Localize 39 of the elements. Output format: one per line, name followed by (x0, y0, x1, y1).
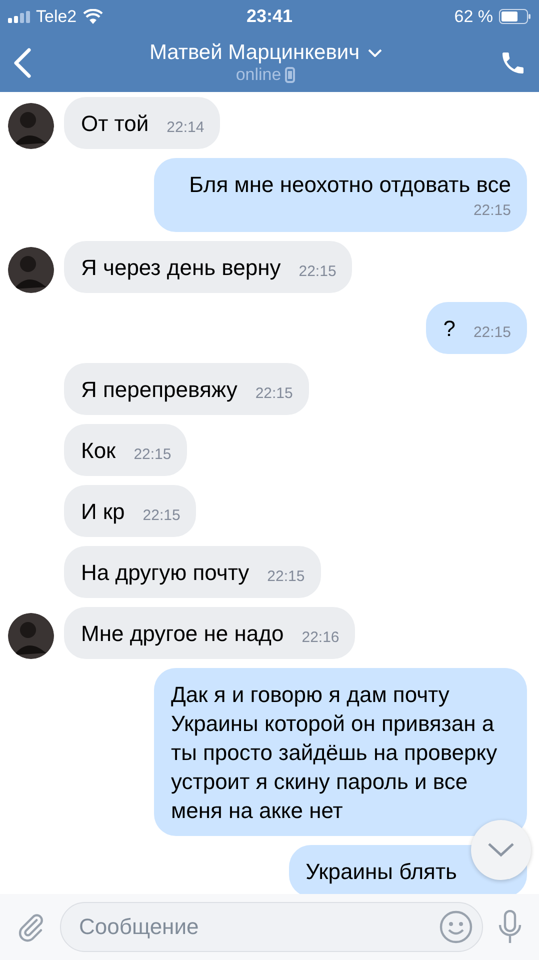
chevron-down-icon[interactable] (487, 842, 515, 858)
message-text: Кок (81, 437, 116, 465)
status-time: 23:41 (246, 6, 293, 27)
message-text: И кр (81, 498, 125, 526)
battery-percent: 62 % (454, 6, 494, 26)
emoji-icon[interactable] (439, 910, 473, 944)
avatar[interactable] (8, 613, 54, 659)
contact-name[interactable]: Матвей Марцинкевич (149, 40, 360, 64)
carrier-name: Tele2 (36, 6, 77, 26)
phone-device-icon (285, 66, 296, 82)
microphone-button[interactable] (497, 910, 523, 944)
message-time: 22:16 (302, 628, 340, 648)
message-text: Дак я и говорю я дам почту Украины которой он привязан а ты просто зайдёшь на проверку устроит я скину пароль и все меня на акке нет (171, 681, 498, 825)
avatar[interactable] (8, 103, 54, 149)
message-text: Я через день верну (81, 254, 281, 282)
battery-icon (499, 9, 532, 24)
message-time: 22:15 (134, 445, 172, 465)
message-time: 22:14 (166, 118, 204, 138)
attach-button[interactable] (16, 911, 46, 943)
message-input[interactable]: Сообщение (60, 902, 483, 952)
chevron-icon[interactable] (368, 48, 382, 56)
back-button[interactable] (12, 46, 32, 78)
message-time: 22:15 (298, 262, 336, 282)
message-time: 22:15 (473, 201, 511, 221)
signal-icon (8, 10, 30, 22)
message-time: 22:15 (255, 384, 293, 404)
wifi-icon (82, 9, 103, 24)
message-time: 22:15 (142, 506, 180, 526)
message-text: Мне другое не надо (81, 620, 284, 648)
message-text: Украины блять (306, 858, 457, 886)
online-status: online (236, 64, 282, 84)
message-time: 22:15 (267, 567, 305, 587)
message-text: Бля мне неохотно отдовать все (189, 171, 511, 199)
avatar[interactable] (8, 247, 54, 293)
message-text: От той (81, 110, 149, 138)
message-time: 22:15 (473, 323, 511, 343)
message-text: На другую почту (81, 559, 250, 587)
message-text: Я перепревяжу (81, 376, 238, 404)
message-text: ? (443, 315, 456, 343)
